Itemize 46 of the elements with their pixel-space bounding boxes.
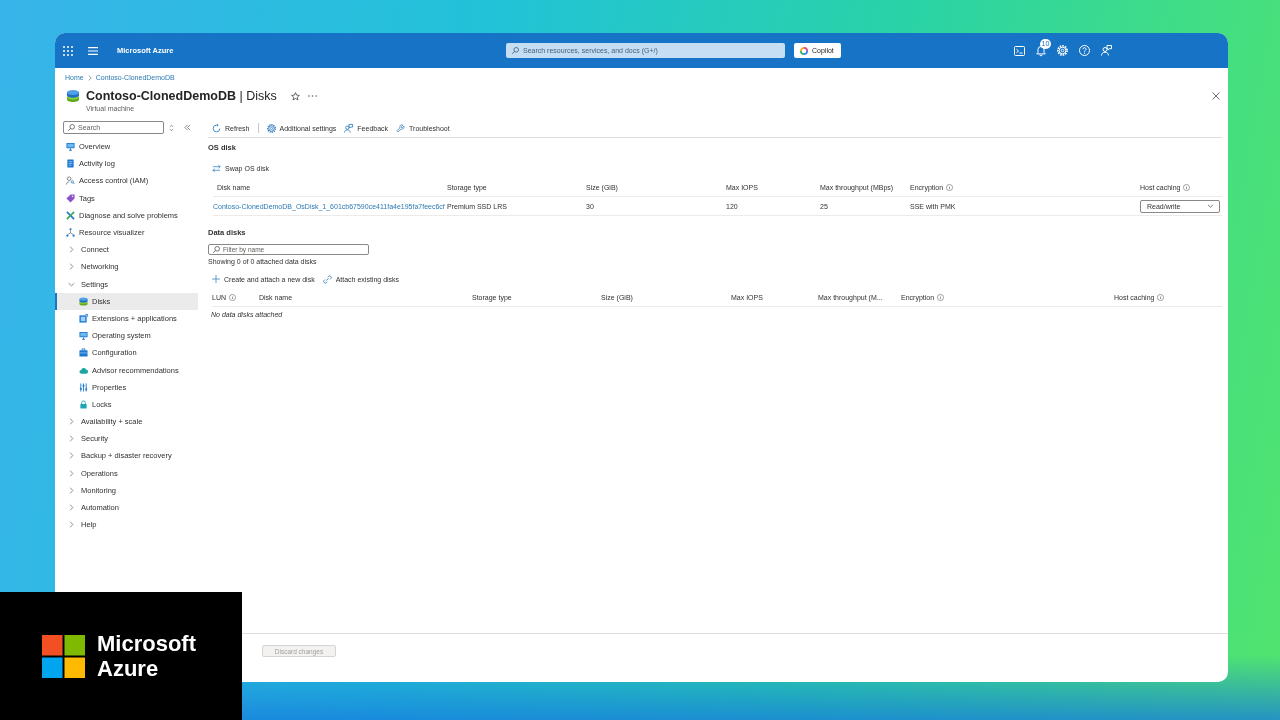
info-icon [946, 183, 954, 191]
search-icon [68, 124, 75, 131]
sliders-icon [79, 382, 88, 392]
person-feedback-icon [344, 123, 354, 133]
crossed-tools-icon [66, 210, 75, 220]
squares-logo-icon [42, 634, 85, 678]
swap-arrows-icon [212, 163, 221, 173]
settings-icon[interactable] [1057, 45, 1068, 56]
close-icon[interactable] [1212, 92, 1220, 100]
briefcase-icon [79, 348, 88, 358]
app-launcher-icon[interactable] [63, 45, 73, 56]
disk-stack-icon [66, 89, 80, 103]
search-icon [512, 47, 519, 54]
copilot-icon [800, 46, 808, 55]
chevron-down-icon [1207, 204, 1214, 208]
link-icon [322, 274, 332, 284]
info-icon [1157, 294, 1165, 301]
cloud-icon [79, 365, 88, 375]
search-icon [213, 246, 220, 253]
lock-icon [79, 399, 88, 409]
plus-icon [212, 275, 220, 283]
wrench-icon [396, 123, 406, 133]
tag-icon [66, 193, 75, 203]
monitor-icon [66, 142, 75, 152]
disk-stack-icon [79, 296, 88, 306]
star-icon[interactable] [290, 91, 300, 101]
document-icon [66, 159, 75, 169]
refresh-icon [212, 123, 221, 133]
settings-icon [266, 123, 276, 133]
info-icon [229, 294, 236, 301]
person-key-icon [66, 176, 75, 186]
bell-icon[interactable] [1036, 45, 1046, 56]
help-icon[interactable] [1079, 45, 1090, 56]
monitor-icon [79, 331, 88, 341]
chevron-right-icon [87, 75, 92, 81]
person-feedback-icon[interactable] [1101, 45, 1112, 56]
info-icon [1183, 183, 1191, 191]
info-icon [937, 294, 945, 301]
terminal-icon[interactable] [1014, 45, 1025, 56]
brand-text: Microsoft [97, 631, 196, 656]
collapse-icon[interactable] [184, 124, 191, 131]
nodes-icon [66, 228, 75, 238]
menu-icon[interactable] [88, 46, 98, 55]
brand-text: Azure [97, 656, 159, 681]
page-title: Contoso-ClonedDemoDB | Disks [86, 88, 277, 104]
window-arrow-icon [79, 313, 88, 323]
